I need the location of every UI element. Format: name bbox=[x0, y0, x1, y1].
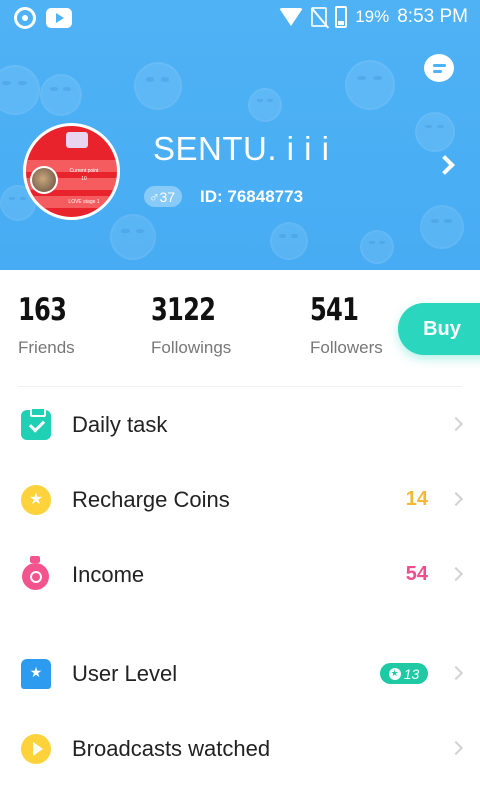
menu-item-label: Income bbox=[72, 562, 145, 587]
emoji-decoration bbox=[110, 214, 156, 260]
level-value: 13 bbox=[403, 665, 420, 682]
emoji-decoration bbox=[420, 205, 464, 249]
battery-percent: 19% bbox=[355, 7, 390, 26]
chevron-right-icon bbox=[448, 491, 464, 507]
avatar-photo bbox=[30, 166, 58, 194]
emoji-decoration bbox=[360, 230, 394, 264]
menu-item-recharge-coins[interactable]: ★ Recharge Coins 14 bbox=[0, 475, 480, 525]
stat-followings[interactable]: 3122 Followings bbox=[151, 292, 233, 358]
avatar-caption: LOVE stage 1 bbox=[68, 199, 100, 205]
star-icon: ★ bbox=[388, 667, 401, 680]
chrome-icon bbox=[14, 7, 36, 29]
status-bar: 19% 8:53 PM bbox=[0, 0, 480, 36]
gender-age-badge: ♂37 bbox=[144, 186, 183, 207]
level-shield-icon bbox=[21, 659, 51, 689]
chat-icon[interactable] bbox=[424, 54, 454, 82]
clipboard-check-icon bbox=[21, 407, 51, 440]
menu-item-daily-task[interactable]: Daily task bbox=[0, 400, 480, 450]
menu-item-value: 54 bbox=[405, 563, 428, 585]
stat-value: 163 bbox=[18, 292, 67, 328]
menu-item-label: Recharge Coins bbox=[72, 487, 230, 512]
chevron-right-icon bbox=[448, 566, 464, 582]
stat-label: Followers bbox=[310, 338, 383, 357]
clock: 8:53 PM bbox=[397, 6, 468, 27]
avatar-caption: Current point bbox=[69, 168, 99, 174]
stat-followers[interactable]: 541 Followers bbox=[310, 292, 383, 358]
menu-item-label: User Level bbox=[72, 661, 178, 686]
stat-label: Friends bbox=[18, 338, 75, 357]
stat-friends[interactable]: 163 Friends bbox=[18, 292, 80, 358]
stat-value: 541 bbox=[310, 292, 359, 328]
avatar[interactable]: Current point 10 LOVE stage 1 bbox=[23, 123, 120, 220]
stat-label: Followings bbox=[151, 338, 232, 357]
menu-item-broadcasts-watched[interactable]: Broadcasts watched bbox=[0, 724, 480, 774]
stat-value: 3122 bbox=[151, 292, 216, 328]
buy-button[interactable]: Buy bbox=[398, 303, 480, 355]
emoji-decoration bbox=[0, 65, 40, 115]
emoji-decoration bbox=[134, 62, 182, 110]
chevron-right-icon[interactable] bbox=[435, 155, 455, 175]
level-badge: ★ 13 bbox=[380, 663, 428, 684]
profile-header: 19% 8:53 PM Current point 10 LOVE stage … bbox=[0, 0, 480, 270]
avatar-logo bbox=[66, 132, 88, 148]
money-bag-icon bbox=[22, 556, 49, 590]
divider bbox=[18, 386, 462, 387]
emoji-decoration bbox=[270, 222, 308, 260]
username: SENTU. i i i bbox=[153, 130, 330, 167]
play-icon bbox=[21, 734, 51, 764]
coin-icon: ★ bbox=[21, 485, 51, 515]
chevron-right-icon bbox=[448, 740, 464, 756]
user-id: ID: 76848773 bbox=[200, 187, 304, 206]
wifi-icon bbox=[279, 8, 304, 26]
no-sim-icon bbox=[311, 7, 328, 27]
chevron-right-icon bbox=[448, 416, 464, 432]
battery-icon bbox=[335, 6, 348, 28]
emoji-decoration bbox=[345, 60, 395, 110]
youtube-icon bbox=[46, 8, 72, 28]
emoji-decoration bbox=[40, 74, 82, 116]
avatar-caption: 10 bbox=[81, 176, 87, 182]
menu-item-value: 14 bbox=[405, 488, 428, 510]
emoji-decoration bbox=[415, 112, 455, 152]
menu-item-income[interactable]: Income 54 bbox=[0, 550, 480, 600]
menu-item-label: Broadcasts watched bbox=[72, 736, 271, 761]
chevron-right-icon bbox=[448, 665, 464, 681]
menu-item-label: Daily task bbox=[72, 412, 168, 437]
emoji-decoration bbox=[248, 88, 282, 122]
menu-item-user-level[interactable]: User Level ★ 13 bbox=[0, 649, 480, 699]
